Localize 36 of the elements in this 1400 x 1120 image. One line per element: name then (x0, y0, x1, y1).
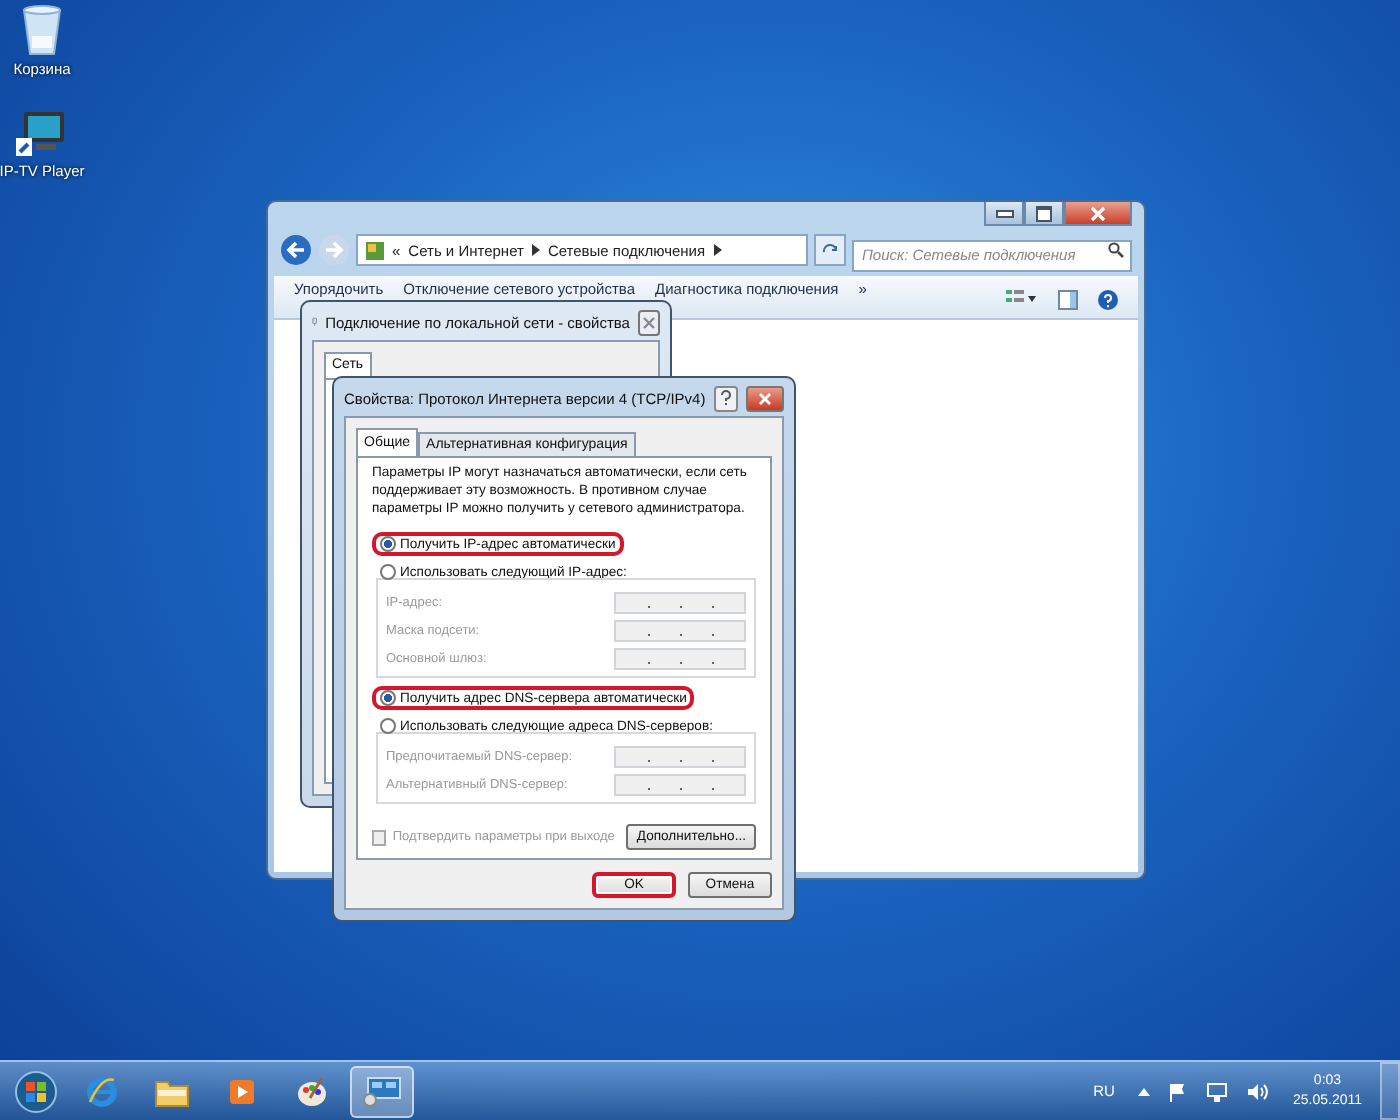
monitor-icon[interactable] (16, 110, 68, 158)
help-button[interactable] (713, 385, 738, 411)
preview-pane-icon[interactable] (1058, 289, 1078, 309)
refresh-button[interactable] (814, 234, 846, 266)
close-button[interactable] (1064, 202, 1132, 226)
help-icon[interactable] (1098, 289, 1118, 309)
chevron-right-icon[interactable] (713, 244, 722, 256)
view-options-icon[interactable] (1006, 290, 1038, 308)
radio-button[interactable] (380, 690, 396, 707)
network-icon (362, 1075, 402, 1107)
start-button[interactable] (14, 1069, 58, 1113)
radio-button[interactable] (380, 536, 396, 553)
minimize-button[interactable] (984, 202, 1024, 226)
control-panel-icon (366, 241, 384, 259)
chevron-right-icon[interactable] (531, 244, 540, 256)
taskbar-button[interactable] (350, 1065, 414, 1117)
recycle-bin-icon[interactable] (20, 4, 64, 56)
browser-icon (84, 1073, 120, 1109)
flag-icon[interactable] (1168, 1081, 1189, 1101)
radio-button[interactable] (380, 718, 396, 735)
folder-icon (154, 1075, 190, 1107)
search-icon (1108, 242, 1124, 258)
caret-up-icon[interactable] (1138, 1087, 1151, 1095)
close-icon (757, 391, 772, 405)
speaker-icon[interactable] (1246, 1081, 1269, 1101)
question-mark-icon (719, 390, 732, 406)
radio-button[interactable] (380, 564, 396, 581)
palette-icon (294, 1073, 330, 1109)
close-button[interactable] (637, 309, 660, 335)
play-icon (228, 1077, 256, 1105)
network-icon[interactable] (1206, 1081, 1229, 1101)
maximize-button[interactable] (1024, 202, 1064, 226)
close-button[interactable] (745, 385, 784, 411)
close-icon (1090, 205, 1106, 221)
close-icon (641, 315, 656, 329)
show-desktop-button[interactable] (1380, 1062, 1400, 1120)
